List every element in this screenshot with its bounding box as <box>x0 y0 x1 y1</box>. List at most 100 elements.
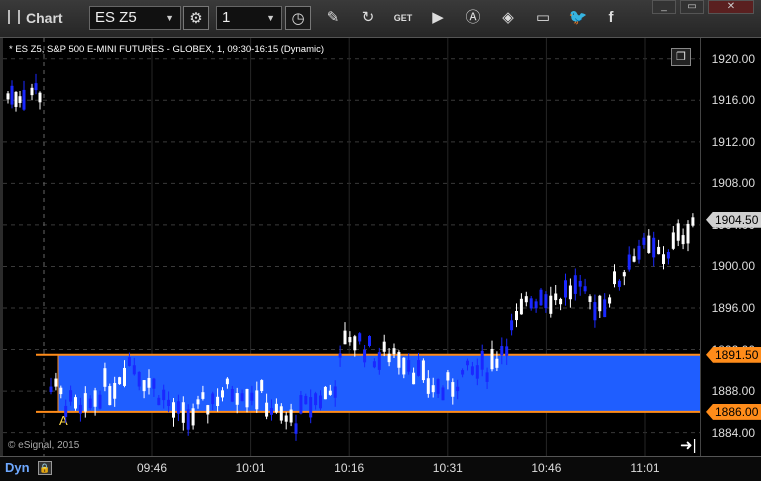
candle-body <box>642 237 646 245</box>
candle-body <box>603 299 607 318</box>
candle-body <box>201 392 205 399</box>
candle-body <box>137 371 141 387</box>
candle-body <box>529 298 533 309</box>
candle-body <box>539 289 543 306</box>
candle-body <box>279 406 283 421</box>
candle-body <box>221 390 224 398</box>
candle-body <box>6 93 10 100</box>
candle-body <box>260 380 264 392</box>
candle-body <box>235 393 239 405</box>
candle-body <box>402 357 406 375</box>
pencil-icon[interactable]: ✎ <box>320 6 346 30</box>
chart-description: * ES Z5, S&P 500 E-MINI FUTURES - GLOBEX… <box>9 44 325 55</box>
candle-body <box>240 393 244 402</box>
candle-body <box>358 333 362 342</box>
price-tick-label: 1900.00 <box>711 259 755 274</box>
candle-body <box>64 405 68 417</box>
candle-body <box>127 357 131 366</box>
scroll-to-end-icon[interactable]: ➜| <box>680 436 696 454</box>
lock-icon[interactable]: 🔒 <box>38 461 52 475</box>
chart-area[interactable]: A * ES Z5, S&P 500 E-MINI FUTURES - GLOB… <box>3 38 700 456</box>
tag-icon[interactable]: ◈ <box>495 6 521 30</box>
candle-body <box>10 85 14 105</box>
time-tick-label: 10:01 <box>235 461 266 475</box>
candle-body <box>475 365 479 379</box>
candle-body <box>328 390 332 395</box>
price-tick-label: 1884.00 <box>711 425 755 440</box>
refresh-icon[interactable]: ↻ <box>355 6 381 30</box>
candle-body <box>30 87 34 96</box>
candle-body <box>578 280 582 287</box>
candle-body <box>613 271 616 285</box>
candle-body <box>167 399 171 406</box>
candle-body <box>211 393 215 405</box>
symbol-combo[interactable]: ES Z5 ▼ <box>89 6 181 30</box>
candle-body <box>323 386 327 400</box>
time-tick-label: 09:46 <box>136 461 168 475</box>
candle-body <box>480 350 484 370</box>
price-tick-label: 1920.00 <box>711 51 755 66</box>
candle-body <box>647 235 651 253</box>
time-mode-label[interactable]: Dyn <box>5 460 30 475</box>
candle-body <box>88 398 92 409</box>
restore-button[interactable]: ▭ <box>680 0 704 14</box>
candle-body <box>588 296 592 302</box>
candle-body <box>123 367 126 386</box>
candle-body <box>147 377 151 388</box>
twitter-icon[interactable]: 🐦 <box>565 6 591 30</box>
time-tick-label: 11:01 <box>630 461 660 475</box>
window-title: Chart <box>26 10 63 26</box>
settings-icon[interactable]: ⚙ <box>183 6 209 30</box>
candle-body <box>294 423 298 434</box>
candle-body <box>172 402 175 418</box>
candle-body <box>186 409 190 430</box>
candle-body <box>152 378 156 389</box>
candle-body <box>230 389 234 402</box>
price-chart[interactable]: A <box>3 38 700 456</box>
candle-body <box>505 346 509 356</box>
interval-value: 1 <box>222 9 231 26</box>
candle-body <box>343 330 347 345</box>
candle-body <box>573 275 577 294</box>
candle-body <box>368 335 371 346</box>
time-tick-label: 10:16 <box>334 461 365 475</box>
candle-body <box>108 386 112 406</box>
get-label: GET <box>393 13 413 23</box>
time-axis[interactable]: Dyn 🔒 09:46 10:01 10:16 10:31 10:46 11:01 <box>0 456 761 481</box>
candle-body <box>372 361 376 368</box>
candle-body <box>426 378 430 394</box>
price-tick-label: 1916.00 <box>711 93 755 108</box>
interval-combo[interactable]: 1 ▼ <box>216 6 282 30</box>
candle-body <box>103 368 107 387</box>
candle-body <box>69 390 73 402</box>
candle-body <box>495 358 499 368</box>
candle-body <box>363 349 367 363</box>
minimize-button[interactable]: _ <box>652 0 676 14</box>
candle-body <box>98 394 102 409</box>
candle-body <box>314 393 318 406</box>
candle-body <box>456 386 460 392</box>
candle-body <box>470 366 474 375</box>
candle-body <box>510 320 514 331</box>
close-button[interactable]: ✕ <box>708 0 754 14</box>
candle-body <box>206 405 210 415</box>
candle-body <box>407 360 411 372</box>
comment-icon[interactable]: ▭ <box>530 6 556 30</box>
time-tick-label: 10:31 <box>432 461 463 475</box>
price-tick-label: 1912.00 <box>711 134 755 149</box>
clock-icon[interactable]: ◷ <box>285 6 311 30</box>
candle-body <box>598 295 602 312</box>
alert-icon[interactable]: Ⓐ <box>460 6 486 30</box>
price-axis[interactable]: 1920.001916.001912.001908.001904.001900.… <box>700 38 761 456</box>
candle-body <box>78 404 82 414</box>
play-icon[interactable]: ▶ <box>425 6 451 30</box>
dropdown-arrow-icon[interactable]: ▼ <box>266 7 275 29</box>
candle-body <box>657 246 661 255</box>
grip-icon[interactable] <box>8 10 20 24</box>
candle-body <box>49 386 53 393</box>
dropdown-arrow-icon[interactable]: ▼ <box>165 7 174 29</box>
candle-body <box>421 360 425 381</box>
facebook-icon[interactable]: f <box>598 6 624 30</box>
maximize-chart-icon[interactable]: ❐ <box>671 48 691 66</box>
get-icon[interactable]: GET <box>390 6 416 30</box>
